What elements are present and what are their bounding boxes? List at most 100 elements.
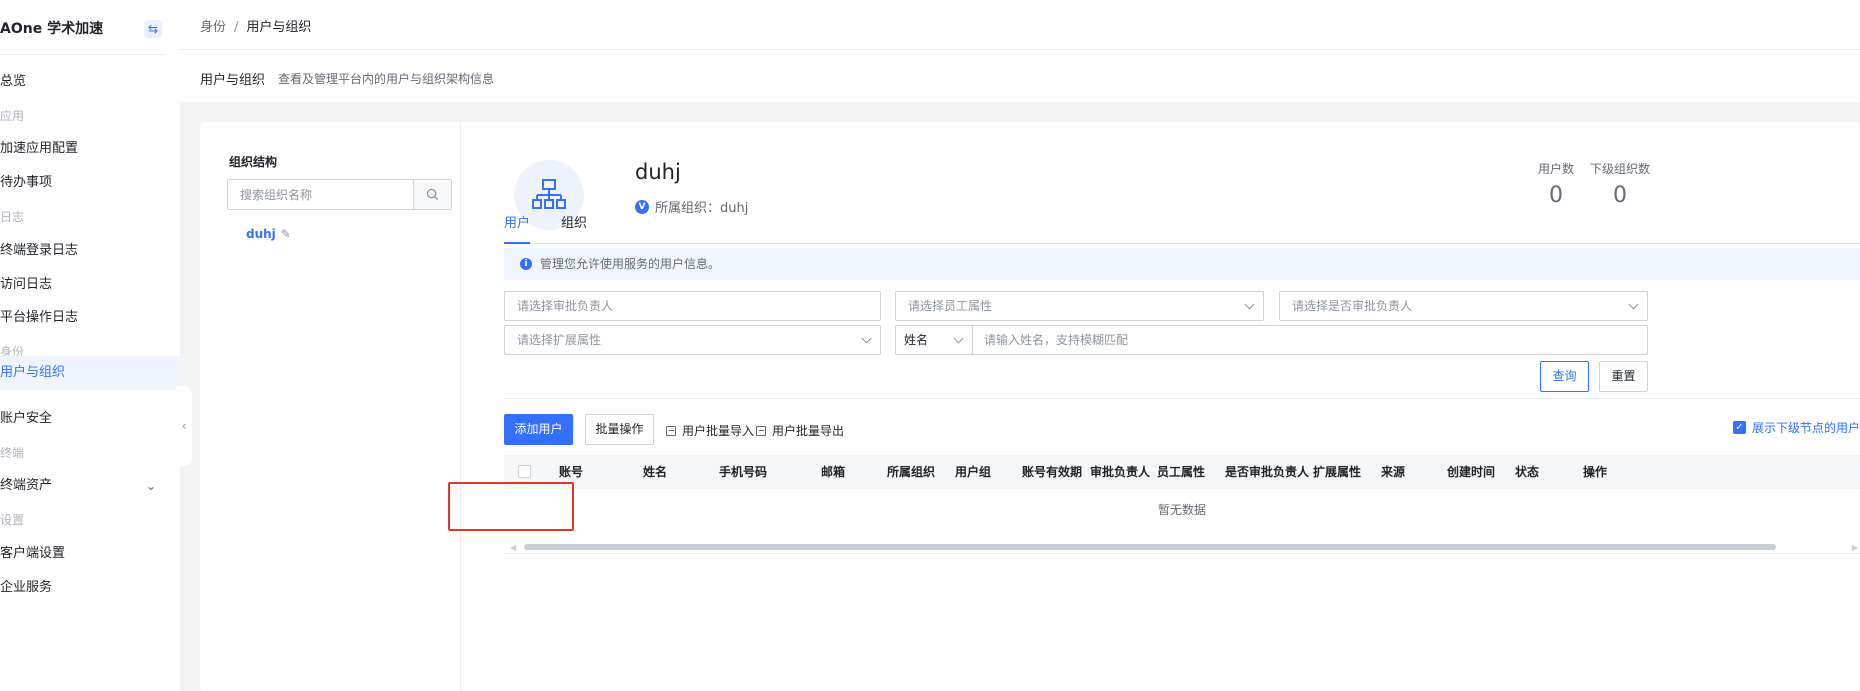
name-search-placeholder: 请输入姓名，支持模糊匹配 [984,333,1129,347]
divider [972,326,973,354]
chevron-down-icon [861,333,872,344]
column-header[interactable]: 创建时间 [1447,455,1495,489]
sidebar-item-label: 账户安全 [0,411,53,426]
stat-value: 0 [1549,183,1563,208]
sidebar-item-label: 平台操作日志 [0,310,79,325]
notice-text: 管理您允许使用服务的用户信息。 [540,257,721,271]
sidebar-item-ops-logs[interactable]: 平台操作日志 [0,299,180,337]
approver-placeholder: 请选择审批负责人 [517,299,614,313]
table-empty-state: 暂无数据 [1157,503,1206,517]
batch-import-button[interactable]: 用户批量导入 [666,422,754,439]
column-header[interactable]: 来源 [1381,455,1405,489]
employee-attr-placeholder: 请选择员工属性 [908,299,993,313]
sidebar-item-label: 访问日志 [0,277,53,292]
reset-button[interactable]: 重置 [1599,361,1648,392]
batch-export-button[interactable]: 用户批量导出 [756,422,844,439]
org-tree-panel: 组织结构 duhj ✎ [200,122,461,691]
stat-value: 0 [1613,183,1627,208]
sidebar-group-label: 终端 [0,446,25,460]
show-sub-users-label: 展示下级节点的用户 [1751,421,1860,435]
org-tree-title: 组织结构 [229,155,278,169]
ext-attr-placeholder: 请选择扩展属性 [517,333,602,347]
sidebar-group-label: 应用 [0,109,25,123]
batch-export-label: 用户批量导出 [772,424,845,438]
ext-attr-select[interactable]: 请选择扩展属性 [504,325,881,355]
column-header[interactable]: 账号有效期 [1022,455,1082,489]
tab-orgs[interactable]: 组织 [561,208,587,244]
sidebar-item-client-settings[interactable]: 客户端设置 [0,535,180,573]
sidebar-item-todo[interactable]: 待办事项 [0,164,180,202]
org-tree-node[interactable]: duhj ✎ [246,227,291,241]
sidebar-item-label: 终端登录日志 [0,243,79,258]
breadcrumb-separator: / [234,20,239,35]
chevron-down-icon [953,333,964,344]
is-approver-select[interactable]: 请选择是否审批负责人 [1279,291,1648,321]
sidebar-item-account-security[interactable]: 账户安全 [0,400,180,438]
batch-ops-button[interactable]: 批量操作 [585,414,654,445]
stat-user-count: 用户数 0 [1538,160,1574,208]
show-sub-users-toggle[interactable]: ✓ 展示下级节点的用户 [1732,419,1860,436]
scroll-right-icon[interactable]: ▶ [1852,543,1858,552]
sidebar-collapse-handle[interactable]: ‹ [176,386,192,466]
sidebar-item-login-logs[interactable]: 终端登录日志 [0,232,180,270]
column-header[interactable]: 用户组 [955,455,991,489]
column-header[interactable]: 手机号码 [719,455,767,489]
name-search-input[interactable]: 请输入姓名，支持模糊匹配 [974,326,1644,354]
edit-icon[interactable]: ✎ [281,227,291,241]
column-header[interactable]: 操作 [1583,455,1607,489]
sidebar-item-terminal-assets[interactable]: 终端资产 ⌄ [0,467,180,505]
stat-label: 下级组织数 [1590,162,1651,176]
table-hscrollbar[interactable]: ◀ ▶ [504,540,1860,554]
org-search [227,179,452,210]
approver-input[interactable]: 请选择审批负责人 [504,291,881,321]
content-card: 组织结构 duhj✎ duhj V [200,122,1860,691]
select-all-checkbox[interactable] [518,465,531,478]
org-search-input[interactable] [228,180,413,209]
sidebar-item-users-orgs[interactable]: 用户与组织 [0,356,180,390]
column-header[interactable]: 是否审批负责人 [1225,455,1309,489]
org-node-label: duhj [246,227,276,241]
sidebar-item-enterprise[interactable]: 企业服务 [0,569,180,607]
export-icon [756,425,766,436]
add-user-button[interactable]: 添加用户 [504,414,573,445]
employee-attr-select[interactable]: 请选择员工属性 [895,291,1264,321]
column-header[interactable]: 状态 [1515,455,1539,489]
query-button[interactable]: 查询 [1540,361,1589,392]
sidebar-item-label: 用户与组织 [0,365,66,380]
chevron-down-icon: ⌄ [146,479,157,493]
column-header[interactable]: 姓名 [643,455,667,489]
search-field-select[interactable]: 姓名 [896,326,972,354]
sidebar-group-logs: 日志 [0,198,180,236]
table-header: 账号 姓名 手机号码 邮箱 所属组织 用户组 账号有效期 审批负责人 员工属性 … [504,455,1860,489]
column-header[interactable]: 员工属性 [1157,455,1205,489]
stat-suborg-count: 下级组织数 0 [1590,160,1650,208]
sidebar-toggle-icon[interactable]: ⇆ [144,20,162,38]
scroll-left-icon[interactable]: ◀ [510,543,516,552]
tab-users[interactable]: 用户 [504,208,531,244]
column-header[interactable]: 审批负责人 [1090,455,1150,489]
info-icon: i [520,258,532,270]
stat-label: 用户数 [1538,162,1575,176]
batch-import-label: 用户批量导入 [682,424,755,438]
checkbox-checked-icon[interactable]: ✓ [1732,421,1746,434]
column-header[interactable]: 邮箱 [821,455,845,489]
highlight-annotation [448,482,574,531]
scrollbar-thumb[interactable] [524,544,1776,550]
column-header[interactable]: 所属组织 [887,455,935,489]
divider [0,54,165,55]
sidebar-item-label: 加速应用配置 [0,141,79,156]
breadcrumb: 身份 / 用户与组织 [200,16,311,35]
sidebar-item-overview[interactable]: 总览 [0,63,180,101]
column-header[interactable]: 扩展属性 [1313,455,1361,489]
sidebar-item-accel-config[interactable]: 加速应用配置 [0,130,180,168]
sidebar-item-label: 总览 [0,74,27,89]
chevron-down-icon [1628,299,1639,310]
topbar: 身份 / 用户与组织 [180,0,1860,50]
org-detail: duhj V 所属组织：duhj 用户数 0 下级组织数 0 用户 组织 i 管理您… [484,122,1860,691]
breadcrumb-current: 用户与组织 [246,20,312,35]
import-icon [666,425,676,436]
breadcrumb-parent[interactable]: 身份 [200,20,226,35]
page-header: 用户与组织 查看及管理平台内的用户与组织架构信息 [180,50,1860,102]
org-search-button[interactable] [413,180,451,209]
chevron-left-icon: ‹ [181,419,187,433]
